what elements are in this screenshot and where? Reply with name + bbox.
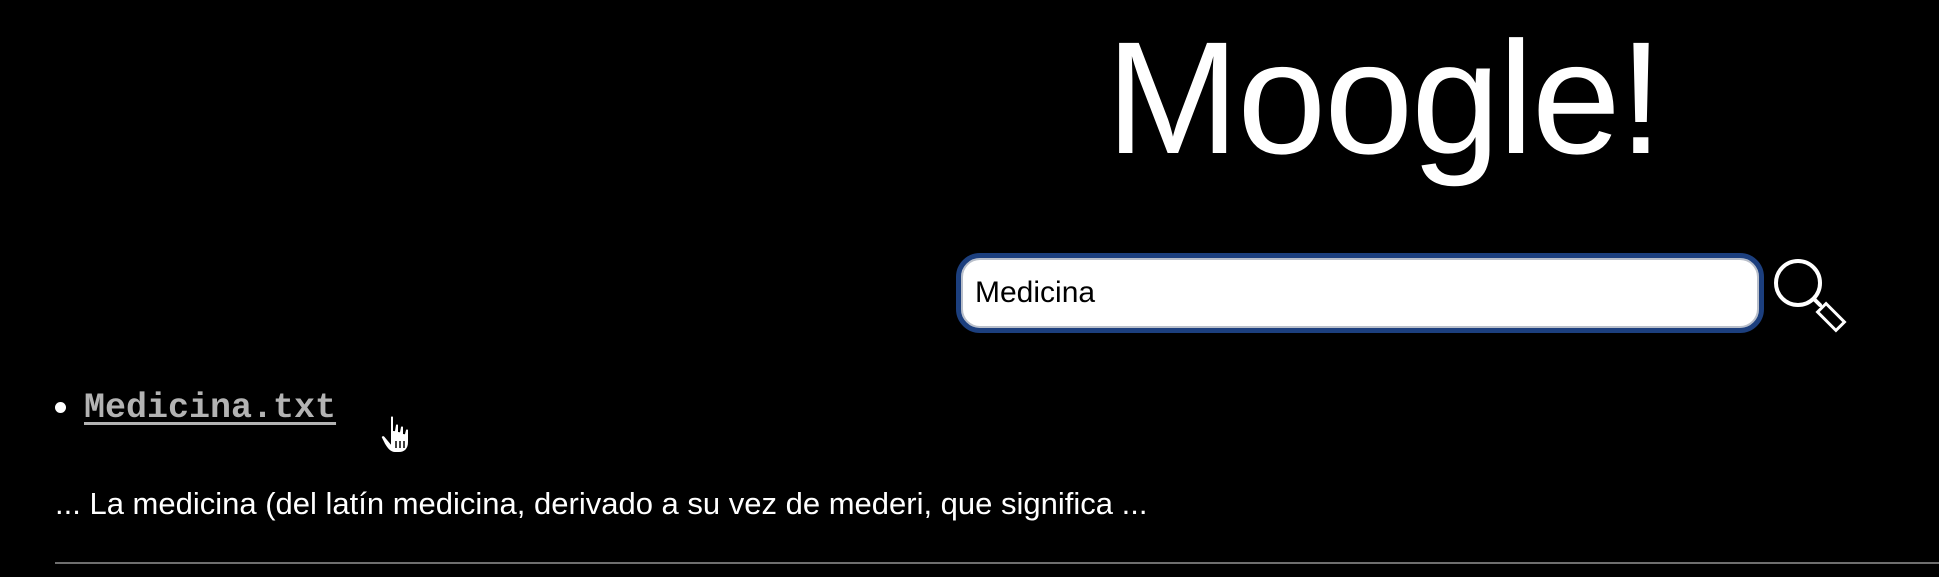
search-form [956,253,1856,333]
search-button[interactable] [1768,253,1854,339]
bullet-icon [55,402,66,413]
result-item: Medicina.txt [0,380,1939,436]
search-icon [1774,259,1847,333]
moogle-logo: Moogle! [1106,8,1663,187]
results-section: Medicina.txt ... La medicina (del latín … [0,380,1939,564]
result-list: Medicina.txt [0,380,1939,436]
result-title-link[interactable]: Medicina.txt [84,380,336,436]
result-snippet: ... La medicina (del latín medicina, der… [55,486,1148,521]
result-divider [55,562,1939,564]
search-input[interactable] [956,253,1764,333]
